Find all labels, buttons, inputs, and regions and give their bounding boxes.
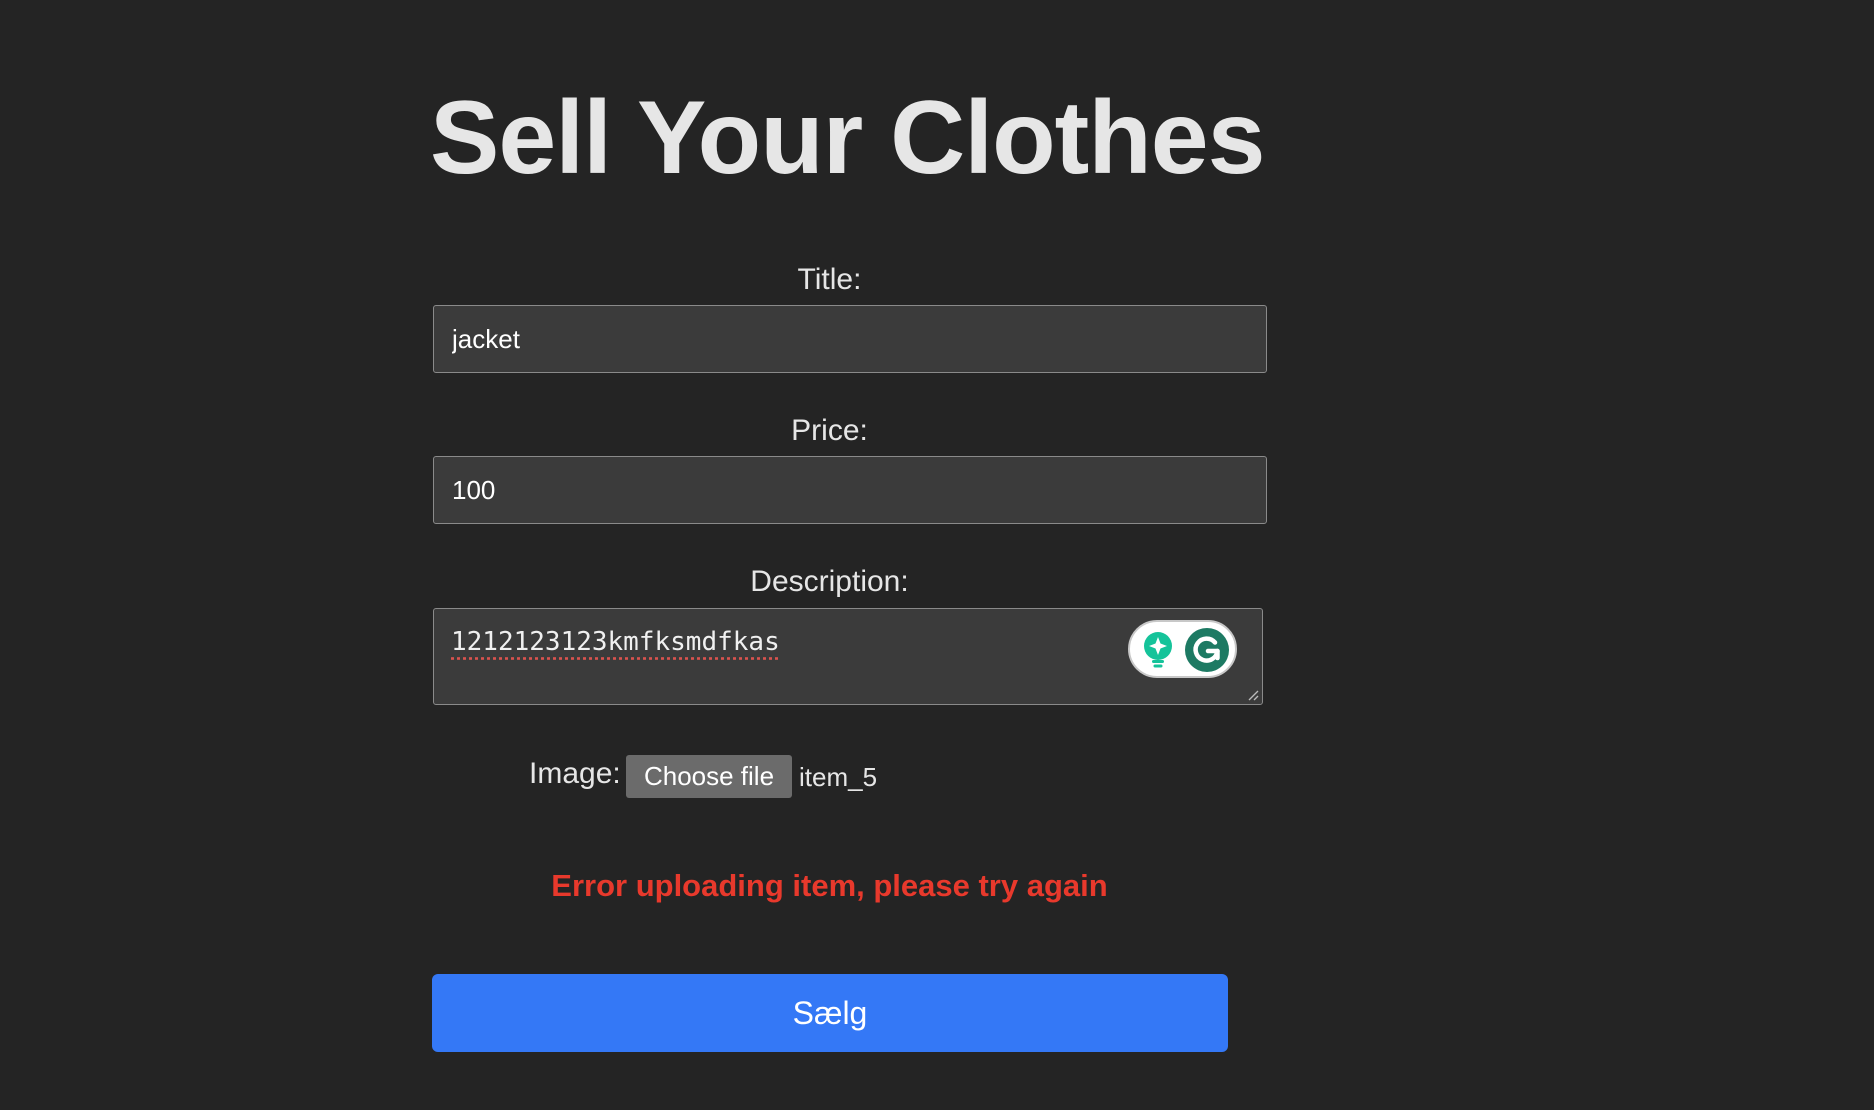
error-message: Error uploading item, please try again [551, 868, 1108, 903]
price-label: Price: [791, 414, 868, 447]
description-textarea[interactable]: 1212123123kmfksmdfkas [433, 608, 1263, 705]
title-input[interactable] [433, 305, 1267, 373]
submit-button[interactable]: Sælg [432, 974, 1228, 1052]
page-title: Sell Your Clothes [430, 80, 1265, 196]
title-label: Title: [797, 263, 862, 296]
choose-file-button[interactable]: Choose file [626, 755, 792, 798]
price-input[interactable] [433, 456, 1267, 524]
selected-file-name: item_5 [799, 762, 878, 792]
grammarly-widget[interactable] [1128, 620, 1237, 678]
description-text: 1212123123kmfksmdfkas [451, 627, 780, 657]
textarea-resize-handle[interactable] [1247, 689, 1259, 701]
description-label: Description: [750, 565, 909, 598]
image-label: Image: [529, 757, 621, 790]
grammarly-assistant-icon[interactable] [1140, 631, 1176, 669]
grammarly-g-icon[interactable] [1184, 627, 1230, 673]
